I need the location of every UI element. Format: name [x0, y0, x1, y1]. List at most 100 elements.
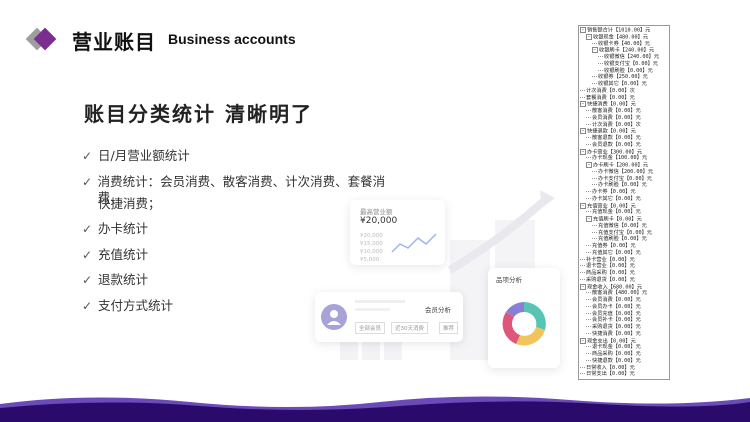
tree-node[interactable]: 快捷消费【0.00】元 — [579, 331, 669, 338]
tree-node[interactable]: 退卡现金【0.00】元 — [579, 344, 669, 351]
tree-node-label: 商品采购【0.00】元 — [586, 270, 635, 276]
tree-node[interactable]: 退卡营业【0.00】元 — [579, 263, 669, 270]
tree-connector — [592, 231, 597, 233]
tree-connector — [586, 197, 591, 199]
tree-connector — [580, 96, 585, 98]
tree-node-label: 退卡营业【0.00】元 — [586, 263, 635, 270]
tree-node[interactable]: 套餐消费【0.00】元 — [579, 95, 669, 102]
collapse-toggle-icon[interactable]: − — [586, 216, 592, 222]
tree-connector — [598, 56, 603, 57]
account-tree-panel[interactable]: − 销售额合计【1010.00】元 − 收银现金【480.00】元 收银卡券【40.00… — [578, 25, 670, 380]
donut-chart — [502, 302, 546, 346]
tree-node[interactable]: 收银卡券【40.00】元 — [579, 41, 669, 48]
tree-node-label: 充值微信【0.00】元 — [598, 222, 647, 229]
tree-node[interactable]: 办卡微信【200.00】元 — [579, 169, 669, 176]
tree-node[interactable]: 日常支出【0.00】元 — [579, 371, 669, 378]
tree-node[interactable]: 散客消费【0.00】元 — [579, 108, 669, 115]
tree-node[interactable]: 会员办卡【0.00】元 — [579, 304, 669, 311]
tree-node[interactable]: − 快捷退款【0.00】元 — [579, 128, 669, 135]
tree-connector — [586, 326, 591, 327]
revenue-card-title: 最高营业额 — [360, 208, 393, 216]
tree-node[interactable]: 计次消费【0.00】次 — [579, 122, 669, 129]
tree-node-label: 办卡刷卡【200.00】元 — [593, 162, 649, 169]
tree-connector — [580, 89, 585, 91]
member-filter: 近30天消费 — [391, 322, 428, 334]
tree-node[interactable]: 充值微信【0.00】元 — [579, 223, 669, 230]
tree-node[interactable]: 办卡其它【0.00】元 — [579, 196, 669, 203]
axis-label: ¥10,000 — [360, 249, 383, 255]
tree-node[interactable]: 收银支付宝【0.00】元 — [579, 61, 669, 68]
tree-node-label: 商品采购【0.00】元 — [592, 351, 641, 357]
tree-node-label: 办卡其它【0.00】元 — [592, 195, 641, 202]
tree-node[interactable]: − 销售额合计【1010.00】元 — [579, 27, 669, 34]
tree-connector — [592, 76, 597, 78]
collapse-toggle-icon[interactable]: − — [580, 337, 586, 344]
tree-node[interactable]: − 办卡刷卡【200.00】元 — [579, 162, 669, 169]
check-icon: ✓ — [82, 222, 93, 236]
tree-node[interactable]: 采购退货【0.00】元 — [579, 277, 669, 284]
tree-connector — [586, 211, 591, 213]
tree-node[interactable]: 会员退款【0.00】元 — [579, 142, 669, 149]
collapse-toggle-icon[interactable]: − — [580, 148, 586, 155]
tree-node[interactable]: 商品采购【0.00】元 — [579, 351, 669, 358]
tree-node[interactable]: 办卡刷脸【0.00】元 — [579, 182, 669, 189]
tree-connector — [580, 265, 585, 267]
tree-node-label: 散客退款【0.00】元 — [592, 135, 641, 141]
tree-node-label: 快捷退款【0.00】元 — [592, 357, 641, 364]
collapse-toggle-icon[interactable]: − — [580, 283, 586, 290]
tree-node-label: 办卡刷脸【0.00】元 — [598, 182, 647, 189]
tree-node[interactable]: 商品采购【0.00】元 — [579, 270, 669, 277]
tree-node[interactable]: 散客退款【0.00】元 — [579, 135, 669, 142]
tree-node[interactable]: − 充值刷卡【0.00】元 — [579, 216, 669, 223]
collapse-toggle-icon[interactable]: − — [580, 128, 586, 135]
tree-node[interactable]: 采购退货【0.00】元 — [579, 324, 669, 331]
tree-node[interactable]: 快捷退款【0.00】元 — [579, 358, 669, 365]
tree-connector — [592, 238, 597, 240]
tree-connector — [586, 332, 591, 334]
tree-node-label: 计次消费【0.00】次 — [586, 87, 635, 94]
section-headline: 账目分类统计 清晰明了 — [84, 102, 313, 126]
tree-node[interactable]: 充值券【0.00】元 — [579, 243, 669, 250]
collapse-toggle-icon[interactable]: − — [586, 33, 592, 40]
tree-node-label: 快捷退款【0.00】元 — [587, 128, 636, 135]
check-icon: ✓ — [82, 174, 93, 189]
tree-connector — [586, 157, 591, 159]
tree-node[interactable]: − 快捷消费【0.00】元 — [579, 101, 669, 108]
tree-node[interactable]: 计次消费【0.00】次 — [579, 88, 669, 95]
page-title: 营业账目 — [72, 30, 156, 54]
tree-node[interactable]: − 收银刷卡【240.00】元 — [579, 47, 669, 54]
tree-node-label: 退卡现金【0.00】元 — [592, 344, 641, 351]
collapse-toggle-icon[interactable]: − — [586, 162, 592, 168]
tree-connector — [586, 123, 591, 125]
tree-node[interactable]: 收银券【250.00】元 — [579, 74, 669, 81]
tree-node[interactable]: 收银微信【240.00】元 — [579, 54, 669, 61]
tree-node[interactable]: 散客消费【480.00】元 — [579, 290, 669, 297]
collapse-toggle-icon[interactable]: − — [592, 47, 598, 54]
tree-connector — [586, 299, 591, 300]
tree-connector — [598, 62, 603, 64]
tree-node[interactable]: 充值其它【0.00】元 — [579, 250, 669, 257]
tree-node[interactable]: 会员消费【0.00】元 — [579, 115, 669, 122]
axis-label: ¥20,000 — [360, 233, 383, 239]
collapse-toggle-icon[interactable]: − — [580, 27, 586, 33]
tree-node[interactable]: 办卡券【0.00】元 — [579, 189, 669, 196]
tree-connector — [592, 177, 597, 179]
collapse-toggle-icon[interactable]: − — [580, 202, 586, 209]
member-card-title: 会员分析 — [425, 306, 451, 314]
tree-node[interactable]: 会员消费【0.00】元 — [579, 297, 669, 304]
tree-node[interactable]: 办卡现金【100.00】元 — [579, 155, 669, 162]
tree-node[interactable]: 充值现金【0.00】元 — [579, 209, 669, 216]
tree-node[interactable]: − 收银现金【480.00】元 — [579, 33, 669, 41]
tree-node-label: 收银现金【480.00】元 — [593, 34, 649, 41]
page-subtitle: Business accounts — [168, 31, 296, 47]
tree-node[interactable]: 会员补卡【0.00】元 — [579, 317, 669, 324]
tree-node[interactable]: 收银其它【0.00】元 — [579, 81, 669, 88]
tree-connector — [580, 258, 585, 260]
tree-node[interactable]: 充值刷脸【0.00】元 — [579, 236, 669, 243]
member-analysis-card: 会员分析 全部会员 近30天消费 推荐 — [315, 292, 463, 342]
collapse-toggle-icon[interactable]: − — [580, 101, 586, 108]
tree-node-label: 快捷消费【0.00】元 — [592, 330, 641, 337]
axis-label: ¥5,000 — [360, 257, 380, 263]
tree-connector — [580, 373, 585, 375]
check-icon: ✓ — [82, 247, 93, 262]
